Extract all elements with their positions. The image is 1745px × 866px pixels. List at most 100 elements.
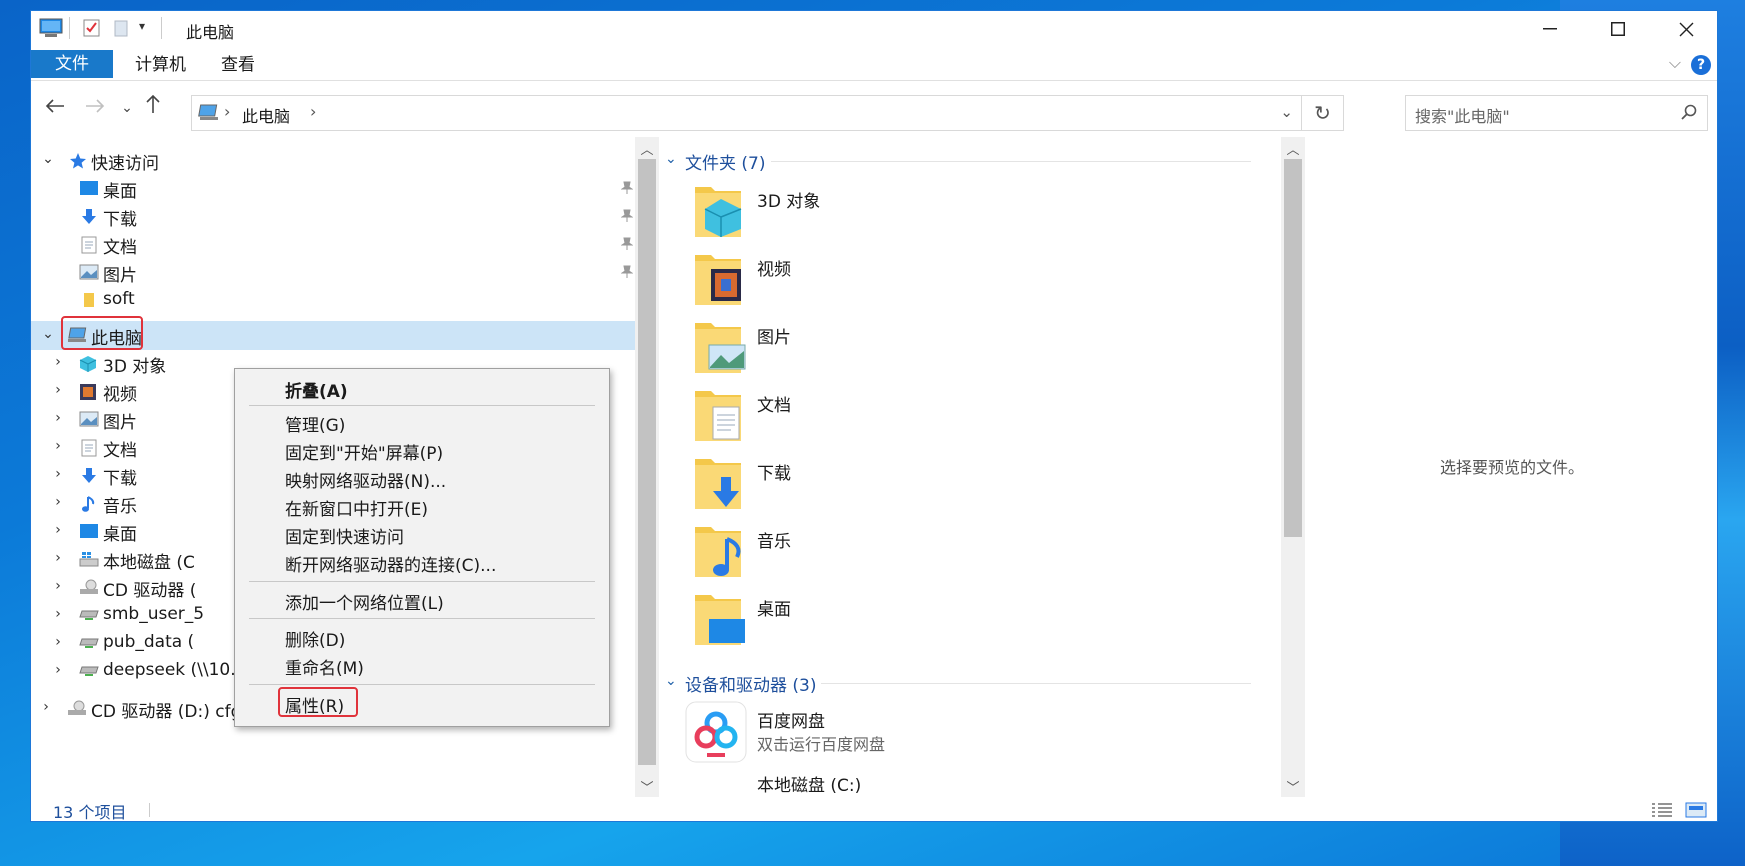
expand-chevron-icon[interactable]: › [51, 606, 65, 622]
address-bar[interactable]: › 此电脑 › ⌄ ↻ [191, 95, 1344, 131]
customize-qat-icon[interactable]: ▾ [139, 19, 145, 33]
title-divider [161, 17, 162, 39]
network-drive-icon [79, 663, 99, 682]
menu-item-map-network-drive[interactable]: 映射网络驱动器(N)... [285, 467, 446, 492]
expand-ribbon-icon[interactable]: ⌵ [1669, 53, 1681, 73]
folder-item-videos[interactable]: 视频 [691, 249, 1191, 319]
tree-label: soft [103, 289, 135, 309]
tree-quick-access[interactable]: ⌄ 快速访问 [31, 146, 635, 175]
pin-icon [620, 236, 634, 255]
properties-icon[interactable] [83, 18, 101, 42]
expand-chevron-icon[interactable]: › [51, 354, 65, 370]
item-count: 13 个项目 [53, 803, 127, 822]
device-item-baidu[interactable]: 百度网盘 双击运行百度网盘 [685, 701, 1191, 771]
up-button[interactable] [139, 94, 167, 122]
menu-item-rename[interactable]: 重命名(M) [285, 654, 364, 679]
tab-view[interactable]: 查看 [197, 51, 279, 79]
folder-icon [83, 292, 95, 312]
large-icons-view-icon[interactable] [1685, 802, 1707, 822]
collapse-chevron-icon[interactable]: ⌄ [665, 673, 677, 689]
details-view-icon[interactable] [1651, 802, 1673, 822]
expand-chevron-icon[interactable]: › [51, 634, 65, 650]
desktop-icon [79, 523, 99, 543]
expand-chevron-icon[interactable]: › [51, 410, 65, 426]
tree-quick-item-documents[interactable]: 文档 [31, 230, 635, 259]
expand-chevron-icon[interactable]: › [51, 550, 65, 566]
baidu-netdisk-icon [685, 701, 747, 767]
scroll-down-icon[interactable]: ﹀ [635, 777, 659, 796]
minimize-button[interactable] [1516, 11, 1584, 47]
tree-label: 3D 对象 [103, 357, 167, 377]
picture-icon [79, 411, 99, 431]
address-dropdown-icon[interactable]: ⌄ [1280, 103, 1293, 121]
close-button[interactable] [1652, 11, 1720, 47]
folder-item-pictures[interactable]: 图片 [691, 317, 1191, 387]
folder-item-3d-objects[interactable]: 3D 对象 [691, 181, 1191, 251]
expand-chevron-icon[interactable]: › [51, 522, 65, 538]
network-drive-icon [79, 635, 99, 654]
expand-chevron-icon[interactable]: › [51, 466, 65, 482]
breadcrumb-separator-icon[interactable]: › [224, 102, 230, 121]
folder-item-documents[interactable]: 文档 [691, 385, 1191, 455]
folder-item-desktop[interactable]: 桌面 [691, 589, 1191, 659]
expand-chevron-icon[interactable]: › [51, 438, 65, 454]
menu-item-add-network-location[interactable]: 添加一个网络位置(L) [285, 589, 444, 614]
maximize-button[interactable] [1584, 11, 1652, 47]
tab-computer[interactable]: 计算机 [111, 51, 210, 79]
expand-chevron-icon[interactable]: › [51, 578, 65, 594]
forward-button[interactable] [81, 94, 109, 122]
expand-chevron-icon[interactable]: › [39, 699, 53, 715]
navigation-scrollbar[interactable]: ︿ ﹀ [635, 137, 659, 797]
scroll-up-icon[interactable]: ︿ [635, 139, 659, 158]
help-icon[interactable]: ? [1691, 55, 1711, 75]
expand-chevron-icon[interactable]: › [51, 382, 65, 398]
recent-locations-button[interactable]: ⌄ [113, 94, 141, 122]
back-button[interactable] [41, 94, 69, 122]
menu-item-collapse[interactable]: 折叠(A) [285, 377, 348, 402]
folder-item-downloads[interactable]: 下载 [691, 453, 1191, 523]
scroll-up-icon[interactable]: ︿ [1281, 139, 1305, 158]
folder-name: 3D 对象 [757, 192, 821, 212]
tree-quick-item-pictures[interactable]: 图片 [31, 258, 635, 287]
tree-quick-item-downloads[interactable]: 下载 [31, 202, 635, 231]
tab-file[interactable]: 文件 [31, 50, 113, 78]
breadcrumb-this-pc[interactable]: 此电脑 [242, 103, 290, 127]
menu-item-pin-to-start[interactable]: 固定到"开始"屏幕(P) [285, 439, 443, 464]
tree-quick-item-soft[interactable]: soft [31, 286, 635, 315]
collapse-chevron-icon[interactable]: ⌄ [41, 326, 55, 342]
scrollbar-thumb[interactable] [638, 159, 656, 765]
group-title: 文件夹 (7) [685, 154, 766, 174]
menu-item-disconnect-network-drive[interactable]: 断开网络驱动器的连接(C)... [285, 551, 496, 576]
tree-label: 下载 [103, 469, 137, 489]
folder-item-music[interactable]: 音乐 [691, 521, 1191, 591]
picture-icon [79, 264, 99, 284]
menu-item-open-new-window[interactable]: 在新窗口中打开(E) [285, 495, 428, 520]
search-icon[interactable] [1681, 104, 1697, 120]
group-folders-header[interactable]: ⌄ 文件夹 (7) [661, 149, 1251, 175]
search-box[interactable]: 搜索"此电脑" [1405, 95, 1708, 131]
collapse-chevron-icon[interactable]: ⌄ [41, 151, 55, 167]
device-description: 双击运行百度网盘 [757, 735, 886, 754]
star-icon [69, 152, 87, 174]
device-item-local-disk[interactable]: 本地磁盘 (C:) [691, 763, 1191, 797]
group-divider [821, 683, 1251, 684]
new-folder-icon[interactable] [113, 18, 129, 42]
navigation-bar: ⌄ › 此电脑 › ⌄ ↻ 搜索"此电脑" [31, 81, 1717, 137]
tree-quick-item-desktop[interactable]: 桌面 [31, 174, 635, 203]
menu-item-manage[interactable]: 管理(G) [285, 411, 345, 436]
menu-item-pin-to-quick-access[interactable]: 固定到快速访问 [285, 523, 404, 548]
desktop-icon [79, 180, 99, 200]
folder-name: 音乐 [757, 532, 791, 552]
tree-label: 下载 [103, 210, 137, 230]
expand-chevron-icon[interactable]: › [51, 662, 65, 678]
folder-name: 图片 [757, 328, 791, 348]
content-scrollbar[interactable]: ︿ ﹀ [1281, 137, 1305, 797]
scrollbar-thumb[interactable] [1284, 159, 1302, 537]
menu-item-delete[interactable]: 删除(D) [285, 626, 345, 651]
expand-chevron-icon[interactable]: › [51, 494, 65, 510]
scroll-down-icon[interactable]: ﹀ [1281, 777, 1305, 796]
breadcrumb-separator-icon[interactable]: › [310, 102, 316, 121]
refresh-button[interactable]: ↻ [1301, 96, 1343, 130]
group-devices-header[interactable]: ⌄ 设备和驱动器 (3) [661, 671, 1251, 697]
collapse-chevron-icon[interactable]: ⌄ [665, 151, 677, 167]
